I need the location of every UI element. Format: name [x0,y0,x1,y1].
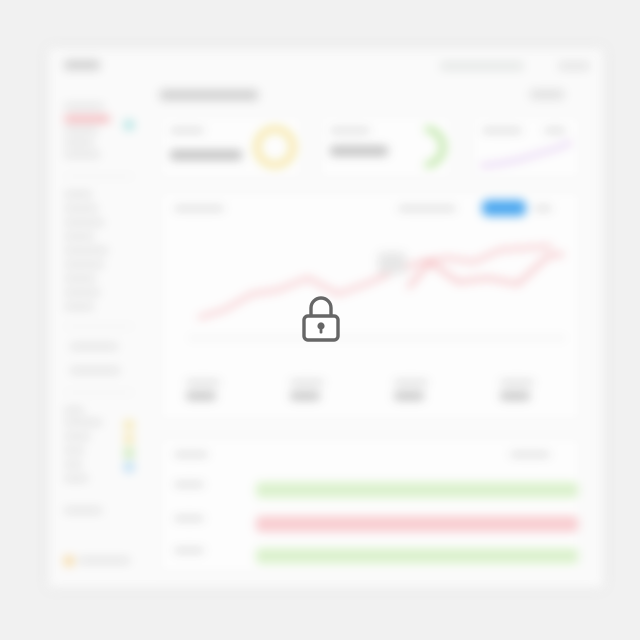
sidebar-heading [64,408,84,413]
sidebar-user-name [78,558,130,563]
summary-label [290,380,324,385]
kpi-label [170,128,204,133]
main-chart [188,244,566,339]
sidebar-badge [124,448,134,458]
page-title [160,90,258,100]
sidebar-item [64,152,100,157]
sidebar-divider [64,392,134,393]
kpi-ring [253,125,297,169]
top-bar [48,48,604,88]
sidebar-badge [124,462,134,472]
sidebar-heading [64,104,104,109]
sidebar-item [64,234,94,239]
activity-bar-green [256,548,578,564]
brand-logo [64,60,100,70]
kpi-value [330,146,388,156]
avatar [64,556,74,566]
sidebar-item [64,220,104,225]
sidebar-item [64,434,90,439]
summary-value [500,392,530,400]
sidebar-item [64,448,84,453]
kpi-sparkline [479,140,573,168]
summary-tile [280,370,352,408]
sidebar-item [64,192,92,197]
activity-title [174,452,208,457]
sidebar-item [64,476,88,481]
activity-row-label [174,516,204,521]
sidebar-item [64,248,108,253]
sidebar-divider [64,326,134,327]
summary-label [394,380,428,385]
sidebar-item [64,276,96,281]
sidebar-badge [124,434,134,444]
main-chart-card [160,192,580,420]
chart-toggle [534,206,552,211]
chart-toggle-active [482,200,526,216]
sidebar-item [70,368,120,373]
user-menu [558,62,590,70]
sidebar-item [64,304,94,309]
sidebar [56,96,146,576]
activity-action [510,452,550,457]
kpi-card [160,116,302,178]
summary-tile [490,370,562,408]
activity-row-label [174,548,204,553]
activity-row-label [174,482,204,487]
sidebar-badge [124,120,134,130]
sidebar-item [64,128,98,133]
summary-value [186,392,216,400]
sidebar-divider [64,176,134,177]
search-bar [440,62,524,70]
sidebar-badge [124,420,134,430]
kpi-label [482,128,522,133]
sidebar-item [64,420,102,425]
activity-bar-green [256,482,578,498]
sidebar-item-active [64,116,110,122]
kpi-value [170,150,242,160]
lock-icon [298,294,344,346]
kpi-label [330,128,370,133]
kpi-label [544,128,566,133]
sidebar-item [64,140,94,145]
summary-tile [384,370,456,408]
chart-filter [398,206,456,211]
sidebar-item [70,344,118,349]
sidebar-item [64,206,98,211]
kpi-card [320,116,452,178]
activity-card [160,438,580,572]
sidebar-item [64,508,102,513]
sidebar-item [64,262,104,267]
locked-screen [0,0,640,640]
chart-title [174,206,224,211]
page-action [530,90,564,99]
summary-value [394,392,424,400]
activity-bar-red [256,516,578,532]
summary-label [186,380,220,385]
summary-value [290,392,320,400]
summary-label [500,380,534,385]
kpi-ring [424,125,447,169]
summary-tile [176,370,248,408]
kpi-card [472,116,580,178]
sidebar-item [64,290,100,295]
sidebar-item [64,462,82,467]
